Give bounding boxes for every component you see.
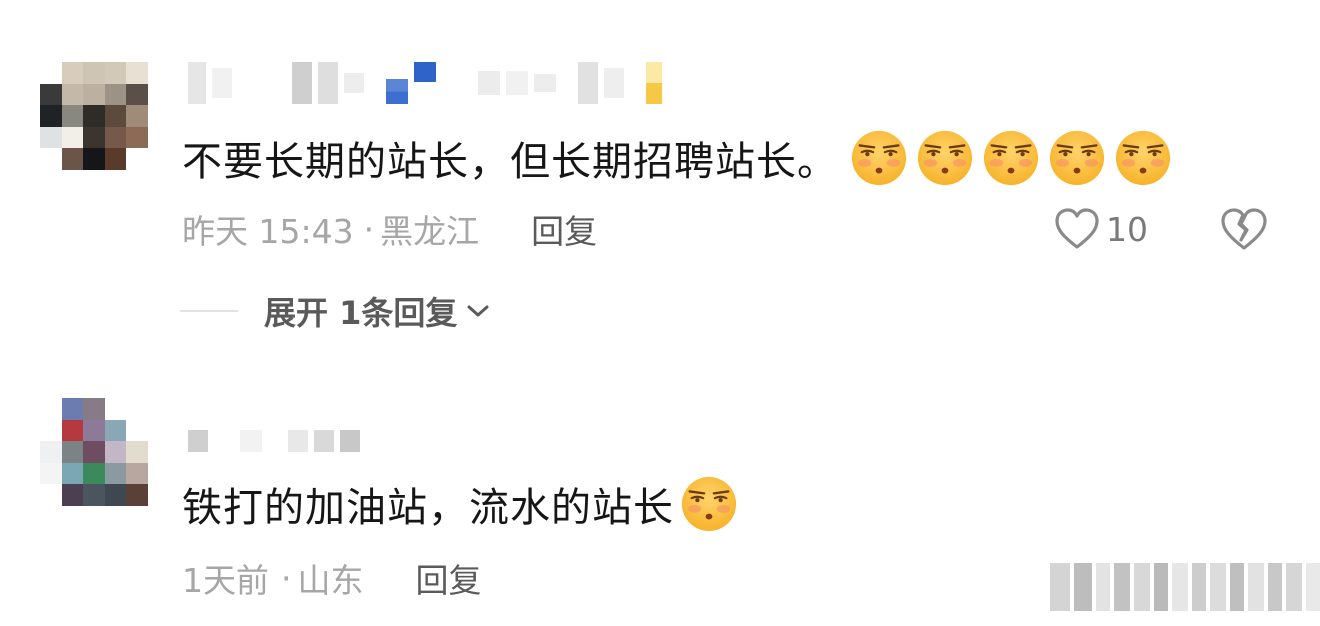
- frown-face-emoji: [1115, 130, 1171, 186]
- expand-replies-label: 展开 1条回复: [264, 294, 458, 332]
- like-count: 10: [1106, 209, 1148, 249]
- frown-face-emoji: [1049, 130, 1105, 186]
- like-dislike-pixelated[interactable]: [1050, 558, 1320, 616]
- dislike-button[interactable]: [1220, 206, 1268, 256]
- comment-location: 黑龙江: [380, 212, 480, 251]
- reply-button[interactable]: 回复: [531, 205, 597, 253]
- heart-icon: [1055, 208, 1099, 249]
- avatar[interactable]: [40, 398, 148, 506]
- comment-meta: 昨天 15:43 · 黑龙江 回复: [182, 205, 597, 253]
- comment-text: 铁打的加油站，流水的站长: [182, 474, 738, 534]
- frown-face-emoji: [851, 130, 907, 186]
- comment-text: 不要长期的站长，但长期招聘站长。: [182, 128, 1172, 188]
- username-pixelated[interactable]: [188, 420, 360, 462]
- frown-face-emoji: [681, 476, 737, 532]
- divider-line: [180, 310, 238, 312]
- comment-time: 1天前: [182, 561, 269, 600]
- comment-meta: 1天前 · 山东 回复: [182, 554, 482, 602]
- comment-time: 昨天 15:43: [182, 212, 354, 251]
- comment-location: 山东: [297, 561, 364, 600]
- broken-heart-icon: [1221, 208, 1267, 250]
- expand-replies-button[interactable]: 展开 1条回复: [180, 288, 491, 334]
- reply-button[interactable]: 回复: [416, 554, 482, 602]
- frown-face-emoji: [917, 130, 973, 186]
- chevron-down-icon: [467, 305, 489, 317]
- username-pixelated[interactable]: [188, 62, 662, 104]
- avatar[interactable]: [40, 62, 148, 170]
- like-button[interactable]: 10: [1054, 206, 1148, 252]
- frown-face-emoji: [983, 130, 1039, 186]
- meta-separator: ·: [281, 558, 292, 598]
- meta-separator: ·: [363, 209, 375, 249]
